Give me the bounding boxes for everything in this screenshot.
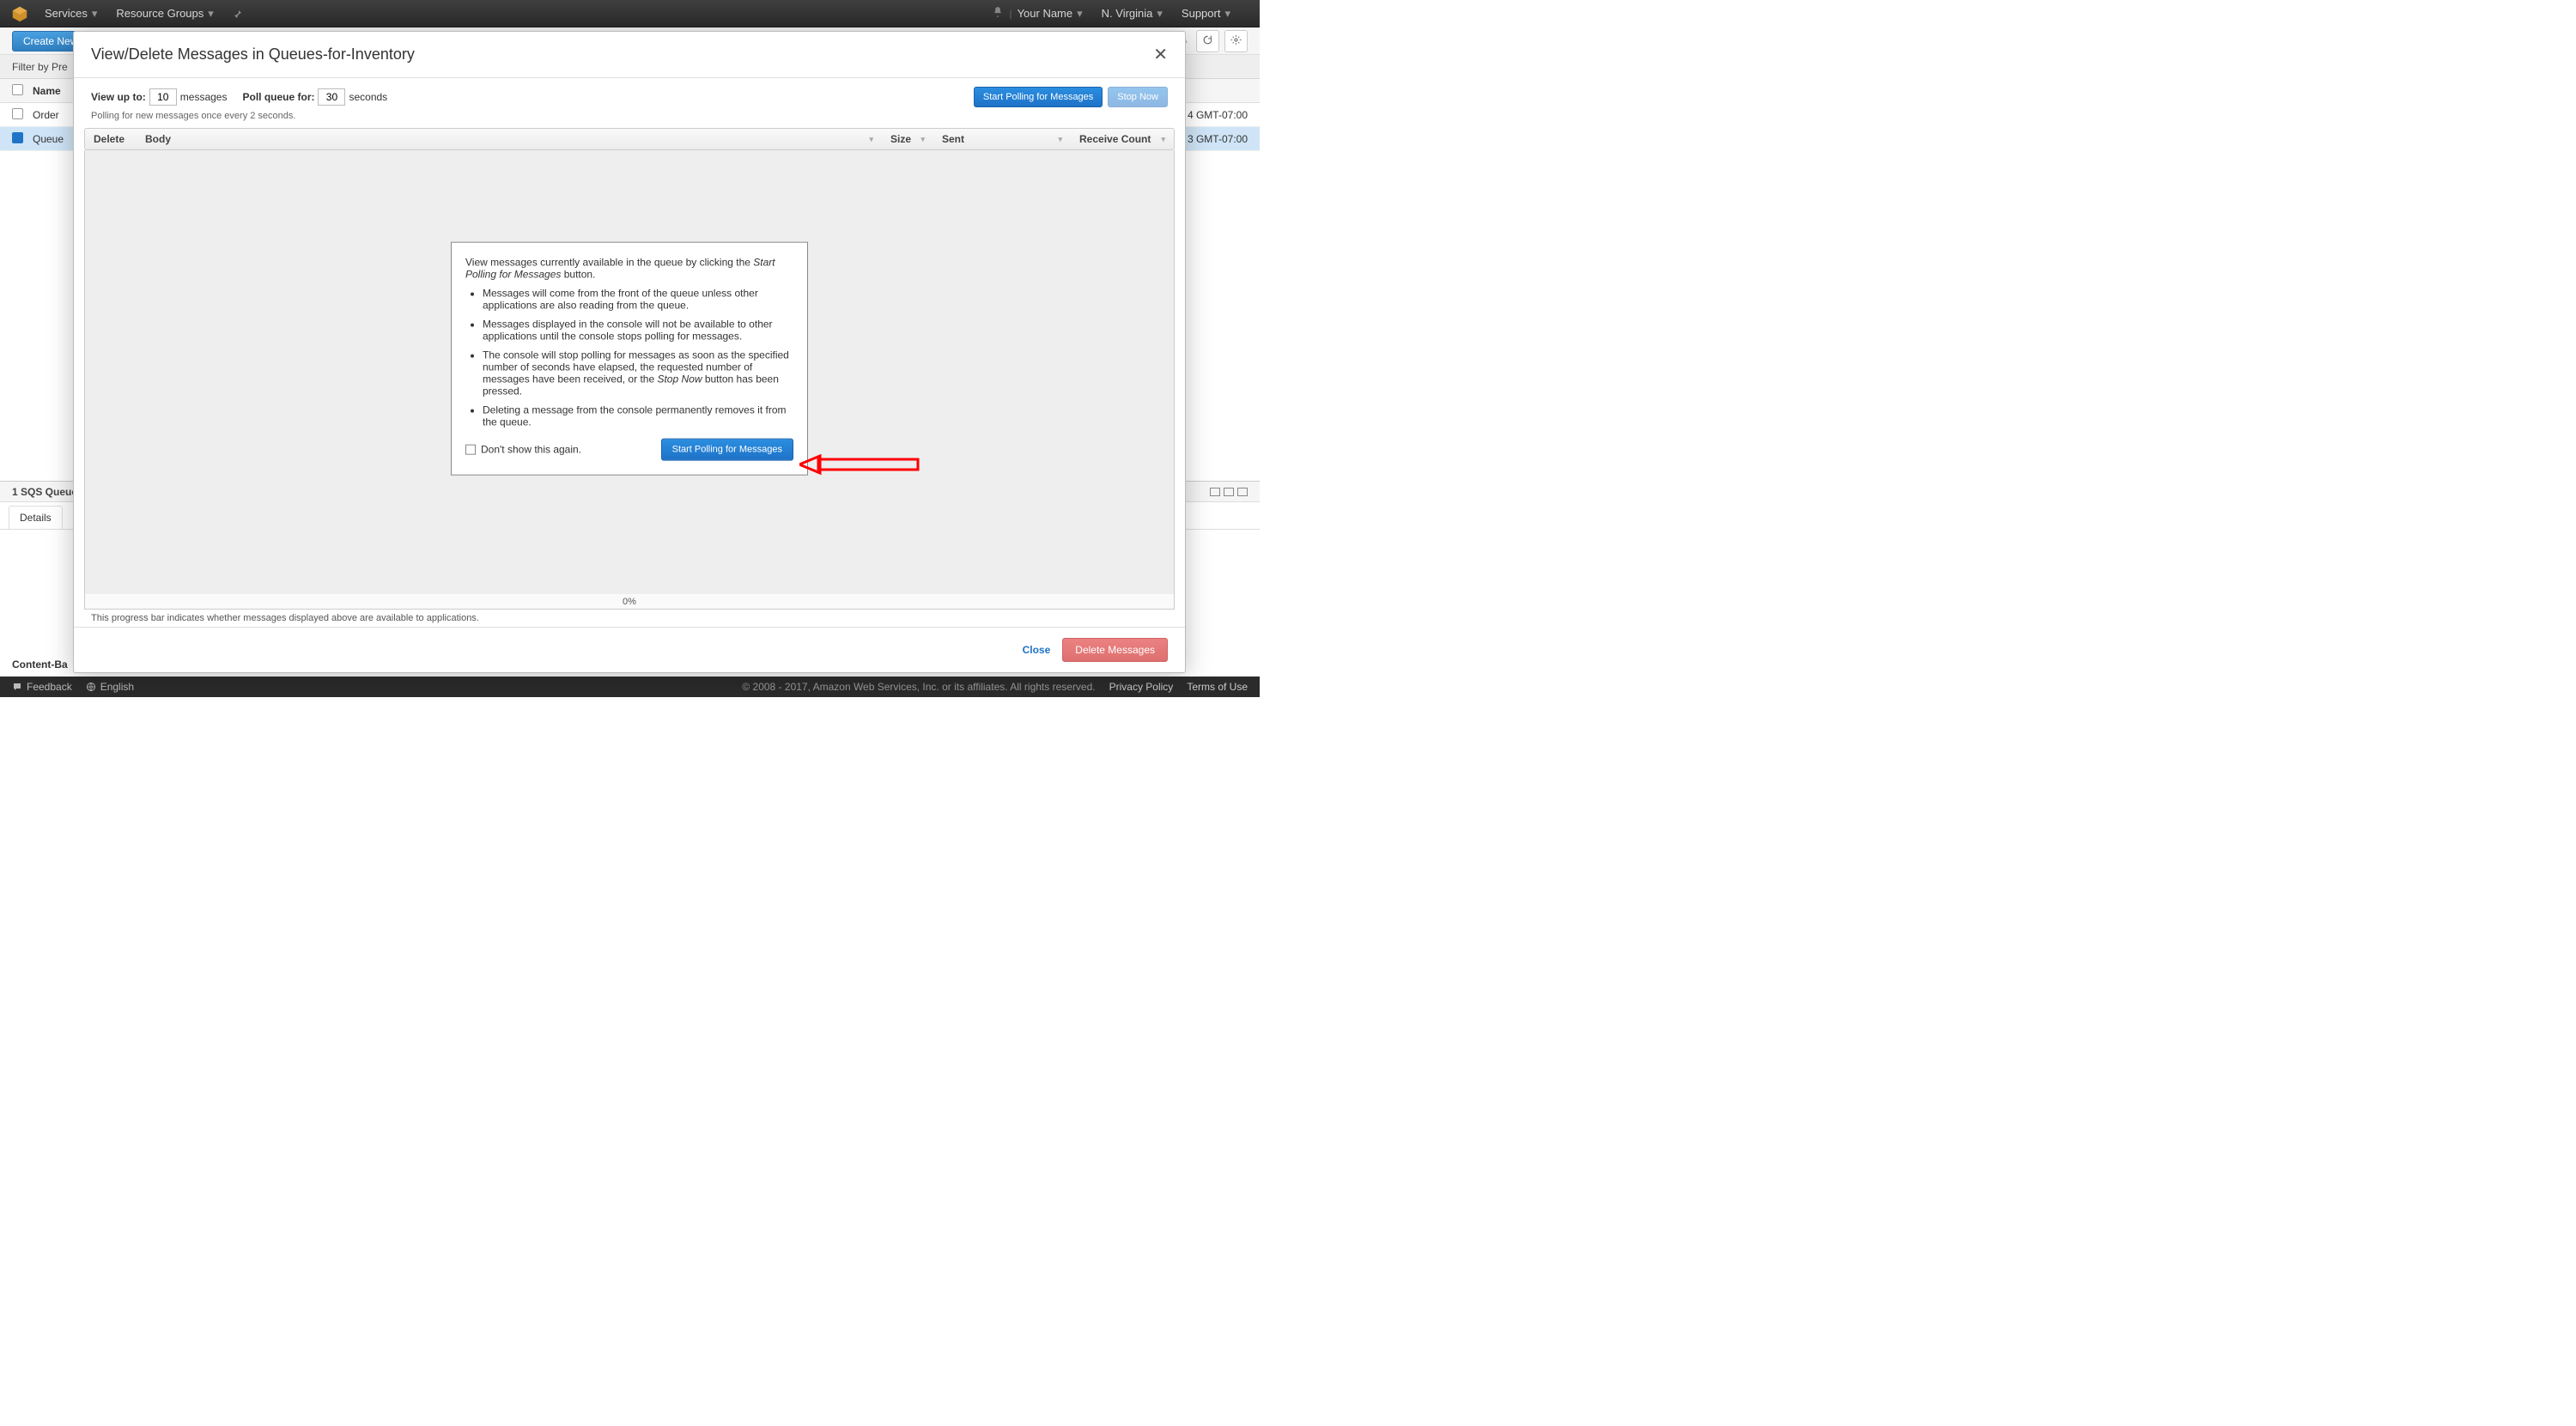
language-label: English [100,681,134,693]
modal-title: View/Delete Messages in Queues-for-Inven… [91,46,415,64]
sort-icon: ▾ [869,135,873,144]
nav-username[interactable]: Your Name ▾ [1018,7,1083,21]
dont-show-again-checkbox[interactable] [465,444,476,454]
progress-percent: 0% [623,597,636,607]
footer-copyright: © 2008 - 2017, Amazon Web Services, Inc.… [742,681,1095,693]
start-polling-button[interactable]: Start Polling for Messages [974,87,1103,107]
popup-bullet: The console will stop polling for messag… [483,349,793,397]
details-panel-title: 1 SQS Queue [12,486,77,498]
progress-note: This progress bar indicates whether mess… [74,610,1185,627]
layout-icon[interactable] [1224,488,1234,496]
column-size[interactable]: Size▾ [882,129,933,149]
nav-services[interactable]: Services ▾ [45,7,97,21]
row-checkbox[interactable] [12,132,23,143]
feedback-label: Feedback [27,681,72,693]
caret-down-icon: ▾ [1224,7,1230,21]
layout-icon[interactable] [1210,488,1220,496]
column-body[interactable]: Body▾ [137,129,882,149]
terms-of-use-link[interactable]: Terms of Use [1187,681,1248,693]
popup-start-polling-button[interactable]: Start Polling for Messages [661,438,793,460]
column-receive-count[interactable]: Receive Count▾ [1071,129,1174,149]
messages-label: messages [180,91,228,103]
popup-bullet: Messages displayed in the console will n… [483,318,793,342]
row-checkbox[interactable] [12,108,23,119]
filter-label: Filter by Pre [12,61,68,73]
delete-messages-button[interactable]: Delete Messages [1062,638,1168,662]
nav-resource-groups[interactable]: Resource Groups ▾ [116,7,213,21]
feedback-link[interactable]: Feedback [12,681,72,693]
cell-name: Queue [33,133,64,145]
aws-logo-icon[interactable] [10,4,29,23]
select-all-checkbox[interactable] [12,84,23,95]
view-delete-messages-modal: View/Delete Messages in Queues-for-Inven… [73,31,1186,673]
nav-username-label: Your Name [1018,7,1073,20]
sort-icon: ▾ [1058,135,1062,144]
nav-pin-icon[interactable] [233,9,243,19]
nav-support-label: Support [1182,7,1221,20]
sort-icon: ▾ [920,135,925,144]
view-up-to-label: View up to: [91,91,146,103]
sort-icon: ▾ [1161,135,1165,144]
caret-down-icon: ▾ [1077,7,1083,21]
column-sent[interactable]: Sent▾ [933,129,1071,149]
column-delete[interactable]: Delete [85,129,137,149]
privacy-policy-link[interactable]: Privacy Policy [1109,681,1174,693]
messages-table-header: Delete Body▾ Size▾ Sent▾ Receive Count▾ [84,128,1175,150]
cell-timestamp: 3 GMT-07:00 [1188,133,1248,145]
footer: Feedback English © 2008 - 2017, Amazon W… [0,677,1260,697]
seconds-label: seconds [349,91,387,103]
settings-button[interactable] [1224,30,1248,52]
nav-services-label: Services [45,7,88,20]
language-selector[interactable]: English [86,681,134,693]
bell-icon[interactable] [992,6,1004,21]
caret-down-icon: ▾ [208,7,214,21]
stop-now-button[interactable]: Stop Now [1108,87,1168,107]
popup-bullet: Messages will come from the front of the… [483,287,793,311]
nav-region-label: N. Virginia [1102,7,1153,20]
nav-support[interactable]: Support▾ [1182,7,1230,21]
polling-note: Polling for new messages once every 2 se… [74,111,1185,128]
close-button[interactable]: Close [1023,644,1051,656]
refresh-icon [1202,34,1213,46]
poll-queue-for-label: Poll queue for: [242,91,314,103]
cell-timestamp: 4 GMT-07:00 [1188,109,1248,121]
popup-bullet: Deleting a message from the console perm… [483,404,793,428]
panel-layout-icons [1210,488,1248,496]
popup-intro: View messages currently available in the… [465,256,793,280]
speech-bubble-icon [12,682,22,692]
refresh-button[interactable] [1196,30,1219,52]
gear-icon [1230,34,1242,46]
layout-icon[interactable] [1237,488,1248,496]
progress-bar: 0% [84,594,1175,610]
cell-name: Order [33,109,59,121]
poll-queue-for-input[interactable] [318,88,345,106]
dont-show-again-label: Don't show this again. [481,443,581,455]
messages-table-body: View messages currently available in the… [84,150,1175,594]
nav-region[interactable]: N. Virginia ▾ [1102,7,1163,21]
column-name[interactable]: Name [33,85,61,97]
polling-instructions-popup: View messages currently available in the… [451,241,808,475]
nav-resource-groups-label: Resource Groups [116,7,204,20]
top-nav: Services▾ Resource Groups▾ | Your Name▾ … [0,0,1260,27]
annotation-arrow-icon [799,454,920,475]
close-icon[interactable]: ✕ [1153,44,1168,65]
caret-down-icon: ▾ [92,7,98,21]
caret-down-icon: ▾ [1157,7,1163,21]
globe-icon [86,682,96,692]
tab-details[interactable]: Details [9,506,63,529]
view-up-to-input[interactable] [149,88,177,106]
